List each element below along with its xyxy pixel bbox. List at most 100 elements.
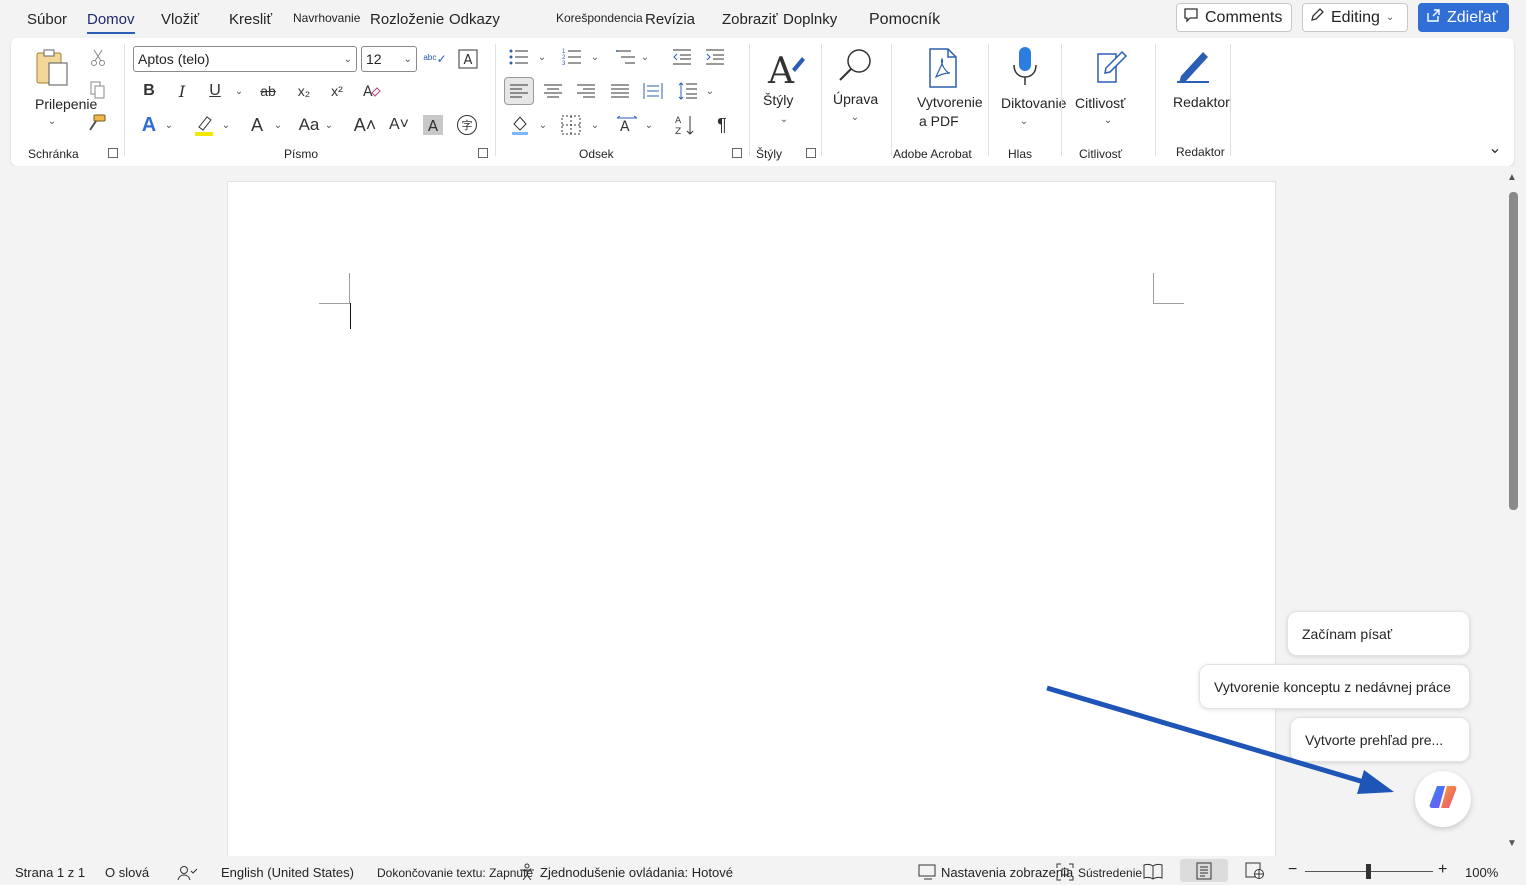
subscript-icon[interactable]: x₂ xyxy=(293,80,315,102)
tab-file[interactable]: Súbor xyxy=(27,11,67,28)
show-formatting-marks-icon[interactable]: ¶ xyxy=(710,112,734,138)
superscript-icon[interactable]: x² xyxy=(326,80,348,102)
align-left-icon[interactable] xyxy=(504,77,534,105)
shading-dropdown-icon[interactable]: ⌄ xyxy=(537,118,549,132)
multilevel-dropdown-icon[interactable]: ⌄ xyxy=(639,50,651,64)
align-right-icon[interactable] xyxy=(574,79,598,103)
focus-mode[interactable]: Sústredenie xyxy=(1078,866,1142,880)
styles-launcher-icon[interactable] xyxy=(806,148,816,158)
font-size-select[interactable]: 12 ⌄ xyxy=(361,46,417,72)
tab-addins[interactable]: Doplnky xyxy=(783,11,837,28)
tab-review[interactable]: Revízia xyxy=(645,11,695,28)
shading-icon[interactable] xyxy=(508,112,532,138)
borders-icon[interactable] xyxy=(559,112,583,138)
bullets-icon[interactable] xyxy=(507,46,531,68)
zoom-out-icon[interactable]: − xyxy=(1288,861,1297,879)
font-color-dropdown-icon[interactable]: ⌄ xyxy=(272,118,284,132)
copy-icon[interactable] xyxy=(88,80,108,100)
tab-references[interactable]: Odkazy xyxy=(449,11,500,28)
underline-dropdown-icon[interactable]: ⌄ xyxy=(233,84,245,98)
tab-help[interactable]: Pomocník xyxy=(869,11,940,29)
tab-mailings[interactable]: Korešpondencia xyxy=(556,11,643,25)
decrease-indent-icon[interactable] xyxy=(670,46,694,68)
text-box-icon[interactable]: A xyxy=(456,47,480,71)
character-shading-icon[interactable]: A xyxy=(422,114,444,136)
search-icon[interactable] xyxy=(834,44,878,88)
tab-home[interactable]: Domov xyxy=(87,11,135,34)
zoom-level[interactable]: 100% xyxy=(1465,865,1498,880)
tab-design[interactable]: Navrhovanie xyxy=(293,11,360,25)
highlighter-dropdown-icon[interactable]: ⌄ xyxy=(220,118,232,132)
create-pdf-icon[interactable] xyxy=(921,46,965,90)
collapse-ribbon-icon[interactable]: ⌄ xyxy=(1485,138,1505,158)
bold-icon[interactable]: B xyxy=(139,80,159,102)
display-settings[interactable]: Nastavenia zobrazenia xyxy=(941,865,1073,880)
print-layout-icon[interactable] xyxy=(1195,862,1213,883)
language[interactable]: English (United States) xyxy=(221,865,354,880)
font-launcher-icon[interactable] xyxy=(478,148,488,158)
microphone-icon[interactable] xyxy=(1003,44,1047,88)
italic-icon[interactable]: I xyxy=(172,80,192,102)
format-painter-icon[interactable] xyxy=(86,112,108,134)
text-direction-dropdown-icon[interactable]: ⌄ xyxy=(643,118,655,132)
styles-icon[interactable]: A xyxy=(763,46,807,90)
text-effects-icon[interactable]: A xyxy=(136,112,162,138)
cut-icon[interactable] xyxy=(88,48,108,68)
change-case-icon[interactable]: Aa xyxy=(295,112,323,138)
distributed-icon[interactable] xyxy=(641,79,665,103)
document-page[interactable] xyxy=(227,181,1276,861)
accessibility-status[interactable]: Zjednodušenie ovládania: Hotové xyxy=(540,865,733,880)
scroll-up-icon[interactable]: ▲ xyxy=(1507,172,1517,183)
tab-draw[interactable]: Kresliť xyxy=(229,11,272,28)
page-count[interactable]: Strana 1 z 1 xyxy=(15,865,85,880)
word-count[interactable]: O slová xyxy=(105,865,149,880)
zoom-in-icon[interactable]: + xyxy=(1438,861,1447,879)
suggestion-create-overview[interactable]: Vytvorte prehľad pre... xyxy=(1290,717,1470,762)
zoom-slider-thumb[interactable] xyxy=(1366,864,1371,879)
clipboard-launcher-icon[interactable] xyxy=(108,148,118,158)
web-layout-icon[interactable] xyxy=(1245,862,1265,883)
clear-formatting-icon[interactable]: A xyxy=(359,80,383,102)
line-spacing-dropdown-icon[interactable]: ⌄ xyxy=(704,84,716,98)
copilot-button[interactable] xyxy=(1415,771,1471,827)
dictate-dropdown-icon[interactable]: ⌄ xyxy=(1017,114,1031,128)
text-effects-dropdown-icon[interactable]: ⌄ xyxy=(163,118,175,132)
highlighter-icon[interactable] xyxy=(191,112,217,138)
text-direction-icon[interactable]: A xyxy=(614,112,640,138)
paragraph-launcher-icon[interactable] xyxy=(732,148,742,158)
shrink-font-icon[interactable]: A˅ xyxy=(387,112,411,138)
sensitivity-dropdown-icon[interactable]: ⌄ xyxy=(1101,113,1115,127)
proofing-icon[interactable] xyxy=(176,865,198,884)
line-spacing-icon[interactable] xyxy=(676,79,700,103)
bullets-dropdown-icon[interactable]: ⌄ xyxy=(536,50,548,64)
tab-insert[interactable]: Vložiť xyxy=(161,11,199,28)
underline-icon[interactable]: U xyxy=(205,80,225,102)
share-button[interactable]: Zdieľať xyxy=(1418,3,1509,32)
paste-dropdown-icon[interactable]: ⌄ xyxy=(45,114,59,128)
paste-icon[interactable] xyxy=(31,46,75,90)
strikethrough-icon[interactable]: ab xyxy=(256,80,280,102)
justify-icon[interactable] xyxy=(608,79,632,103)
suggestion-start-writing[interactable]: Začínam písať xyxy=(1287,611,1470,656)
scroll-thumb[interactable] xyxy=(1509,192,1518,510)
tab-layout[interactable]: Rozloženie xyxy=(370,11,444,28)
numbering-icon[interactable]: 123 xyxy=(560,46,584,68)
sensitivity-icon[interactable] xyxy=(1089,44,1133,88)
sort-icon[interactable]: AZ xyxy=(673,112,699,138)
change-case-dropdown-icon[interactable]: ⌄ xyxy=(323,118,335,132)
read-mode-icon[interactable] xyxy=(1143,862,1163,883)
grow-font-icon[interactable]: A˄ xyxy=(353,112,377,138)
spelling-icon[interactable]: ᵃᵇᶜ✓ xyxy=(423,47,447,71)
font-name-select[interactable]: Aptos (telo) ⌄ xyxy=(133,46,357,72)
borders-dropdown-icon[interactable]: ⌄ xyxy=(589,118,601,132)
text-predictions[interactable]: Dokončovanie textu: Zapnuté xyxy=(377,866,533,880)
suggestion-draft-from-recent[interactable]: Vytvorenie konceptu z nedávnej práce xyxy=(1199,664,1470,709)
comments-button[interactable]: Comments xyxy=(1176,3,1292,32)
tab-view[interactable]: Zobraziť xyxy=(722,11,778,28)
editing-dropdown-icon[interactable]: ⌄ xyxy=(848,110,862,124)
increase-indent-icon[interactable] xyxy=(703,46,727,68)
enclose-characters-icon[interactable]: 字 xyxy=(455,113,479,137)
editor-pen-icon[interactable] xyxy=(1171,44,1215,88)
align-center-icon[interactable] xyxy=(541,79,565,103)
styles-dropdown-icon[interactable]: ⌄ xyxy=(777,112,791,126)
